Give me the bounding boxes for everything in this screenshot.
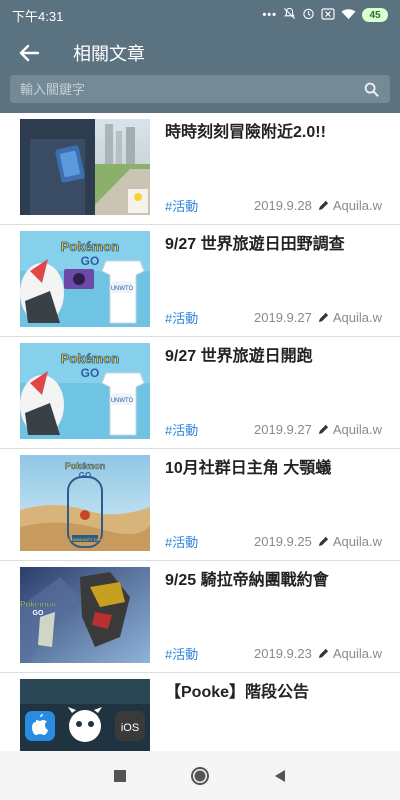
article-tag[interactable]: #活動 xyxy=(165,532,198,551)
app-bar: 相關文章 xyxy=(0,30,400,75)
article-date: 2019.9.27 xyxy=(254,310,312,325)
article-title: 9/27 世界旅遊日開跑 xyxy=(165,348,313,365)
list-item[interactable]: 時時刻刻冒險附近2.0!! #活動 2019.9.28 Aquila.w xyxy=(0,113,400,225)
pencil-icon xyxy=(318,424,329,435)
go-logo-text: GO xyxy=(33,610,44,617)
status-bar: 下午4:31 ••• 45 xyxy=(0,0,400,30)
article-author: Aquila.w xyxy=(332,422,382,437)
pokemon-logo-text: Pokémon xyxy=(61,351,120,366)
circle-icon xyxy=(191,766,209,785)
status-icons: ••• 45 xyxy=(262,7,388,23)
square-icon xyxy=(114,769,126,782)
article-tag[interactable]: #活動 xyxy=(165,196,198,215)
search-area xyxy=(0,75,400,113)
ios-text: iOS xyxy=(121,722,139,734)
article-author: Aquila.w xyxy=(332,310,382,325)
pokemon-logo-text: Pokémon xyxy=(65,461,106,471)
back-button[interactable] xyxy=(260,756,300,796)
pencil-icon xyxy=(318,536,329,547)
system-navigation-bar xyxy=(0,751,400,800)
list-item[interactable]: UNWTO Pokémon GO 9/27 世界旅遊日開跑 #活動 2019.9… xyxy=(0,337,400,449)
go-logo-text: GO xyxy=(81,366,100,380)
article-author: Aquila.w xyxy=(332,534,382,549)
article-tag[interactable]: #活動 xyxy=(165,644,198,663)
pokemon-logo-text: Pokémon xyxy=(61,239,120,254)
unwto-text: UNWTO xyxy=(111,398,134,404)
mute-bell-icon xyxy=(283,7,296,23)
pencil-icon xyxy=(318,200,329,211)
go-logo-text: GO xyxy=(79,471,91,480)
pencil-icon xyxy=(318,312,329,323)
article-tag[interactable]: #活動 xyxy=(165,308,198,327)
search-icon[interactable] xyxy=(362,80,380,98)
list-item[interactable]: Pokémon GO 9/25 騎拉帝納團戰約會 #活動 2019.9.23 A… xyxy=(0,561,400,673)
community-day-text: COMMUNITY DAY xyxy=(68,537,102,542)
more-notifications-icon: ••• xyxy=(262,9,277,21)
article-tag[interactable]: #活動 xyxy=(165,420,198,439)
article-date: 2019.9.28 xyxy=(254,198,312,213)
article-thumbnail: COMMUNITY DAY Pokémon GO xyxy=(20,455,150,551)
article-title: 10月社群日主角 大顎蟻 xyxy=(165,460,332,477)
unwto-text: UNWTO xyxy=(111,286,134,292)
back-arrow-icon[interactable] xyxy=(14,38,44,68)
search-box xyxy=(10,75,390,103)
article-thumbnail: iOS xyxy=(20,679,150,751)
article-date: 2019.9.25 xyxy=(254,534,312,549)
article-thumbnail: Pokémon GO xyxy=(20,567,150,663)
pencil-icon xyxy=(318,648,329,659)
article-title: 時時刻刻冒險附近2.0!! xyxy=(165,124,326,141)
list-item[interactable]: UNWTO Pokémon GO 9/27 世界旅遊日田野調查 #活動 2019… xyxy=(0,225,400,337)
list-item[interactable]: iOS 【Pooke】階段公告 xyxy=(0,673,400,751)
go-logo-text: GO xyxy=(81,254,100,268)
article-thumbnail: UNWTO Pokémon GO xyxy=(20,343,150,439)
wifi-icon xyxy=(341,8,356,23)
article-thumbnail: UNWTO Pokémon GO xyxy=(20,231,150,327)
article-title: 9/25 騎拉帝納團戰約會 xyxy=(165,572,329,589)
alarm-icon xyxy=(302,7,315,23)
article-author: Aquila.w xyxy=(332,646,382,661)
article-thumbnail xyxy=(20,119,150,215)
search-input[interactable] xyxy=(20,81,362,97)
article-title: 9/27 世界旅遊日田野調查 xyxy=(165,236,345,253)
article-meta: #活動 2019.9.25 Aquila.w xyxy=(165,532,382,551)
article-list[interactable]: 時時刻刻冒險附近2.0!! #活動 2019.9.28 Aquila.w UNW… xyxy=(0,113,400,751)
article-author: Aquila.w xyxy=(332,198,382,213)
status-time: 下午4:31 xyxy=(12,8,64,24)
page-title: 相關文章 xyxy=(73,43,145,64)
sim-blocked-icon xyxy=(321,7,335,23)
home-button[interactable] xyxy=(180,756,220,796)
article-date: 2019.9.27 xyxy=(254,422,312,437)
article-meta: #活動 2019.9.27 Aquila.w xyxy=(165,420,382,439)
triangle-back-icon xyxy=(275,769,285,782)
article-date: 2019.9.23 xyxy=(254,646,312,661)
battery-indicator: 45 xyxy=(362,8,388,22)
article-meta: #活動 2019.9.23 Aquila.w xyxy=(165,644,382,663)
article-meta: #活動 2019.9.27 Aquila.w xyxy=(165,308,382,327)
recents-button[interactable] xyxy=(100,756,140,796)
list-item[interactable]: COMMUNITY DAY Pokémon GO 10月社群日主角 大顎蟻 #活… xyxy=(0,449,400,561)
pokemon-logo-text: Pokémon xyxy=(20,600,56,609)
article-title: 【Pooke】階段公告 xyxy=(165,684,310,701)
article-meta: #活動 2019.9.28 Aquila.w xyxy=(165,196,382,215)
